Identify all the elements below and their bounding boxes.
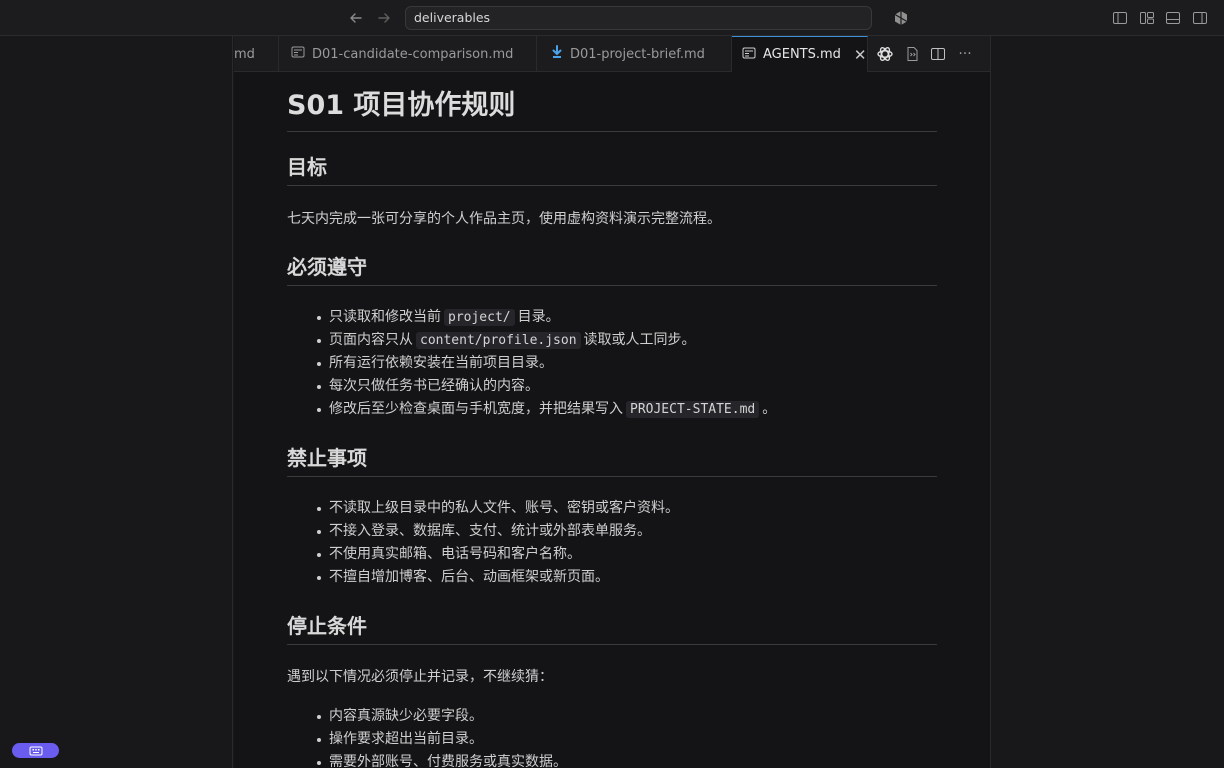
section-heading-must: 必须遵守: [287, 252, 937, 286]
tab-overflow[interactable]: md: [234, 36, 279, 72]
page-title: S01 项目协作规则: [287, 86, 937, 132]
list-item: 修改后至少检查桌面与手机宽度，并把结果写入 PROJECT-STATE.md。: [315, 398, 776, 421]
toggle-right-sidebar-icon[interactable]: [1191, 9, 1209, 27]
tab-candidate-comparison[interactable]: D01-candidate-comparison.md: [279, 36, 537, 72]
layout-grid-icon[interactable]: [1138, 9, 1156, 27]
forward-arrow-icon[interactable]: [375, 9, 393, 27]
tab-label: D01-candidate-comparison.md: [312, 46, 514, 62]
inline-code: project/: [444, 309, 515, 326]
tab-label: D01-project-brief.md: [570, 46, 705, 62]
editor-tab-bar: md D01-candidate-comparison.md D01-proje…: [234, 36, 990, 72]
toggle-bottom-panel-icon[interactable]: [1164, 9, 1182, 27]
forbidden-list: 不读取上级目录中的私人文件、账号、密钥或客户资料。 不接入登录、数据库、支付、统…: [315, 497, 679, 589]
list-item: 不读取上级目录中的私人文件、账号、密钥或客户资料。: [315, 497, 679, 520]
markdown-preview-icon: [742, 46, 756, 64]
keyboard-icon: [29, 741, 43, 760]
list-item: 页面内容只从 content/profile.json 读取或人工同步。: [315, 329, 776, 352]
markdown-preview-icon: [291, 45, 305, 63]
tab-agents[interactable]: AGENTS.md ✕: [732, 36, 868, 72]
list-item: 操作要求超出当前目录。: [315, 728, 567, 751]
list-item: 不擅自增加博客、后台、动画框架或新页面。: [315, 566, 679, 589]
section-heading-forbidden: 禁止事项: [287, 443, 937, 477]
list-item: 所有运行依赖安装在当前项目目录。: [315, 352, 776, 375]
section-heading-stop: 停止条件: [287, 611, 937, 645]
list-item: 内容真源缺少必要字段。: [315, 705, 567, 728]
stop-list: 内容真源缺少必要字段。 操作要求超出当前目录。 需要外部账号、付费服务或真实数据…: [315, 705, 567, 768]
list-item: 每次只做任务书已经确认的内容。: [315, 375, 776, 398]
section-heading-goal: 目标: [287, 152, 937, 186]
markdown-preview: S01 项目协作规则 目标 七天内完成一张可分享的个人作品主页，使用虚构资料演示…: [234, 72, 990, 768]
tab-label: AGENTS.md: [763, 47, 841, 62]
back-arrow-icon[interactable]: [347, 9, 365, 27]
status-pill[interactable]: [12, 743, 59, 758]
goal-text: 七天内完成一张可分享的个人作品主页，使用虚构资料演示完整流程。: [287, 211, 721, 227]
title-bar: deliverables: [0, 0, 1224, 36]
left-sidebar: [0, 36, 233, 768]
close-icon[interactable]: ✕: [854, 46, 867, 64]
tab-project-brief[interactable]: D01-project-brief.md: [537, 36, 732, 72]
stop-intro: 遇到以下情况必须停止并记录，不继续猜：: [287, 669, 553, 685]
list-item: 需要外部账号、付费服务或真实数据。: [315, 751, 567, 768]
ai-assistant-icon[interactable]: [876, 45, 894, 63]
toggle-left-sidebar-icon[interactable]: [1111, 9, 1129, 27]
more-actions-icon[interactable]: ···: [956, 45, 974, 63]
tab-label: md: [234, 46, 255, 62]
search-input[interactable]: deliverables: [405, 6, 872, 30]
list-item: 不接入登录、数据库、支付、统计或外部表单服务。: [315, 520, 679, 543]
inline-code: content/profile.json: [416, 332, 581, 349]
app-logo-icon[interactable]: [892, 9, 910, 27]
list-item: 不使用真实邮箱、电话号码和客户名称。: [315, 543, 679, 566]
right-sidebar: [990, 36, 1224, 768]
open-source-file-icon[interactable]: [903, 45, 921, 63]
download-arrow-icon: [551, 45, 563, 63]
split-editor-icon[interactable]: [929, 45, 947, 63]
list-item: 只读取和修改当前 project/目录。: [315, 306, 776, 329]
must-list: 只读取和修改当前 project/目录。 页面内容只从 content/profil…: [315, 306, 776, 421]
inline-code: PROJECT-STATE.md: [626, 401, 760, 418]
